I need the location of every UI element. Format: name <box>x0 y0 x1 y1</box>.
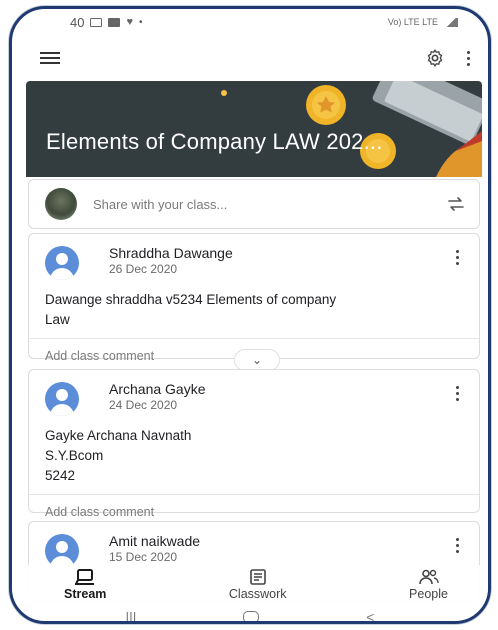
stream-icon <box>75 569 95 585</box>
gear-icon[interactable] <box>425 48 445 68</box>
post-date: 24 Dec 2020 <box>109 398 178 412</box>
post-author: Shraddha Dawange <box>109 245 233 261</box>
class-banner[interactable]: Elements of Company LAW 202... <box>26 81 482 177</box>
post-line: Gayke Archana Navnath <box>45 428 192 443</box>
post-card: Shraddha Dawange 26 Dec 2020 Dawange shr… <box>28 233 480 363</box>
avatar <box>45 188 77 220</box>
kebab-icon[interactable] <box>467 50 470 66</box>
post-author: Amit naikwade <box>109 533 201 549</box>
back-icon[interactable]: < <box>366 609 374 621</box>
post-date: 15 Dec 2020 <box>109 550 178 564</box>
post-line: 5242 <box>45 468 76 483</box>
avatar <box>45 382 79 416</box>
avatar <box>45 534 79 568</box>
hamburger-icon[interactable] <box>40 52 60 64</box>
post-body: Dawange shraddha v5234 Elements of compa… <box>29 290 479 338</box>
system-navigation-bar: ||| < <box>12 607 488 621</box>
topbar-actions <box>425 48 470 68</box>
bottom-navigation: Stream Classwork People <box>12 565 488 607</box>
kebab-icon[interactable] <box>456 538 459 553</box>
kebab-icon[interactable] <box>456 386 459 401</box>
tab-stream[interactable]: Stream <box>64 565 106 607</box>
recents-icon[interactable]: ||| <box>125 609 136 621</box>
twitter-icon: ♥ <box>126 16 133 28</box>
tab-classwork[interactable]: Classwork <box>229 565 287 607</box>
share-with-class[interactable]: Share with your class... <box>28 179 480 229</box>
post-header: Shraddha Dawange 26 Dec 2020 <box>29 234 479 290</box>
post-line: Law <box>45 312 70 327</box>
class-title: Elements of Company LAW 202... <box>46 129 383 154</box>
signal-label: Vo) LTE LTE <box>387 17 438 27</box>
post-card: Archana Gayke 24 Dec 2020 Gayke Archana … <box>28 369 480 519</box>
status-time: 40 <box>70 14 85 30</box>
post-line: S.Y.Bcom <box>45 448 104 463</box>
status-bar: 40 ♥ • Vo) LTE LTE <box>12 9 488 35</box>
tab-people-label: People <box>409 587 448 601</box>
kebab-icon[interactable] <box>456 250 459 265</box>
tab-stream-label: Stream <box>64 587 107 601</box>
home-icon[interactable] <box>243 611 260 621</box>
post-line: Dawange shraddha v5234 Elements of compa… <box>45 292 337 307</box>
post-header: Archana Gayke 24 Dec 2020 <box>29 370 479 426</box>
post-body: Gayke Archana Navnath S.Y.Bcom 5242 <box>29 426 479 494</box>
status-left: 40 ♥ • <box>70 15 143 30</box>
repeat-icon[interactable] <box>447 196 465 212</box>
people-icon <box>418 569 439 585</box>
tab-classwork-label: Classwork <box>228 587 287 601</box>
classwork-icon <box>249 569 266 585</box>
top-app-bar <box>12 35 488 81</box>
share-placeholder[interactable]: Share with your class... <box>93 197 447 212</box>
video-icon <box>108 17 121 27</box>
tab-people[interactable]: People <box>409 565 448 607</box>
avatar <box>45 246 79 280</box>
status-right: Vo) LTE LTE <box>388 17 458 27</box>
signal-icon <box>444 17 458 27</box>
scroll-indicator: ⌄ <box>234 349 280 371</box>
post-date: 26 Dec 2020 <box>109 262 178 276</box>
gallery-icon <box>90 17 103 27</box>
dot-icon: • <box>139 16 143 28</box>
phone-frame: 40 ♥ • Vo) LTE LTE Elements of Company L… <box>9 6 491 624</box>
post-author: Archana Gayke <box>109 381 206 397</box>
